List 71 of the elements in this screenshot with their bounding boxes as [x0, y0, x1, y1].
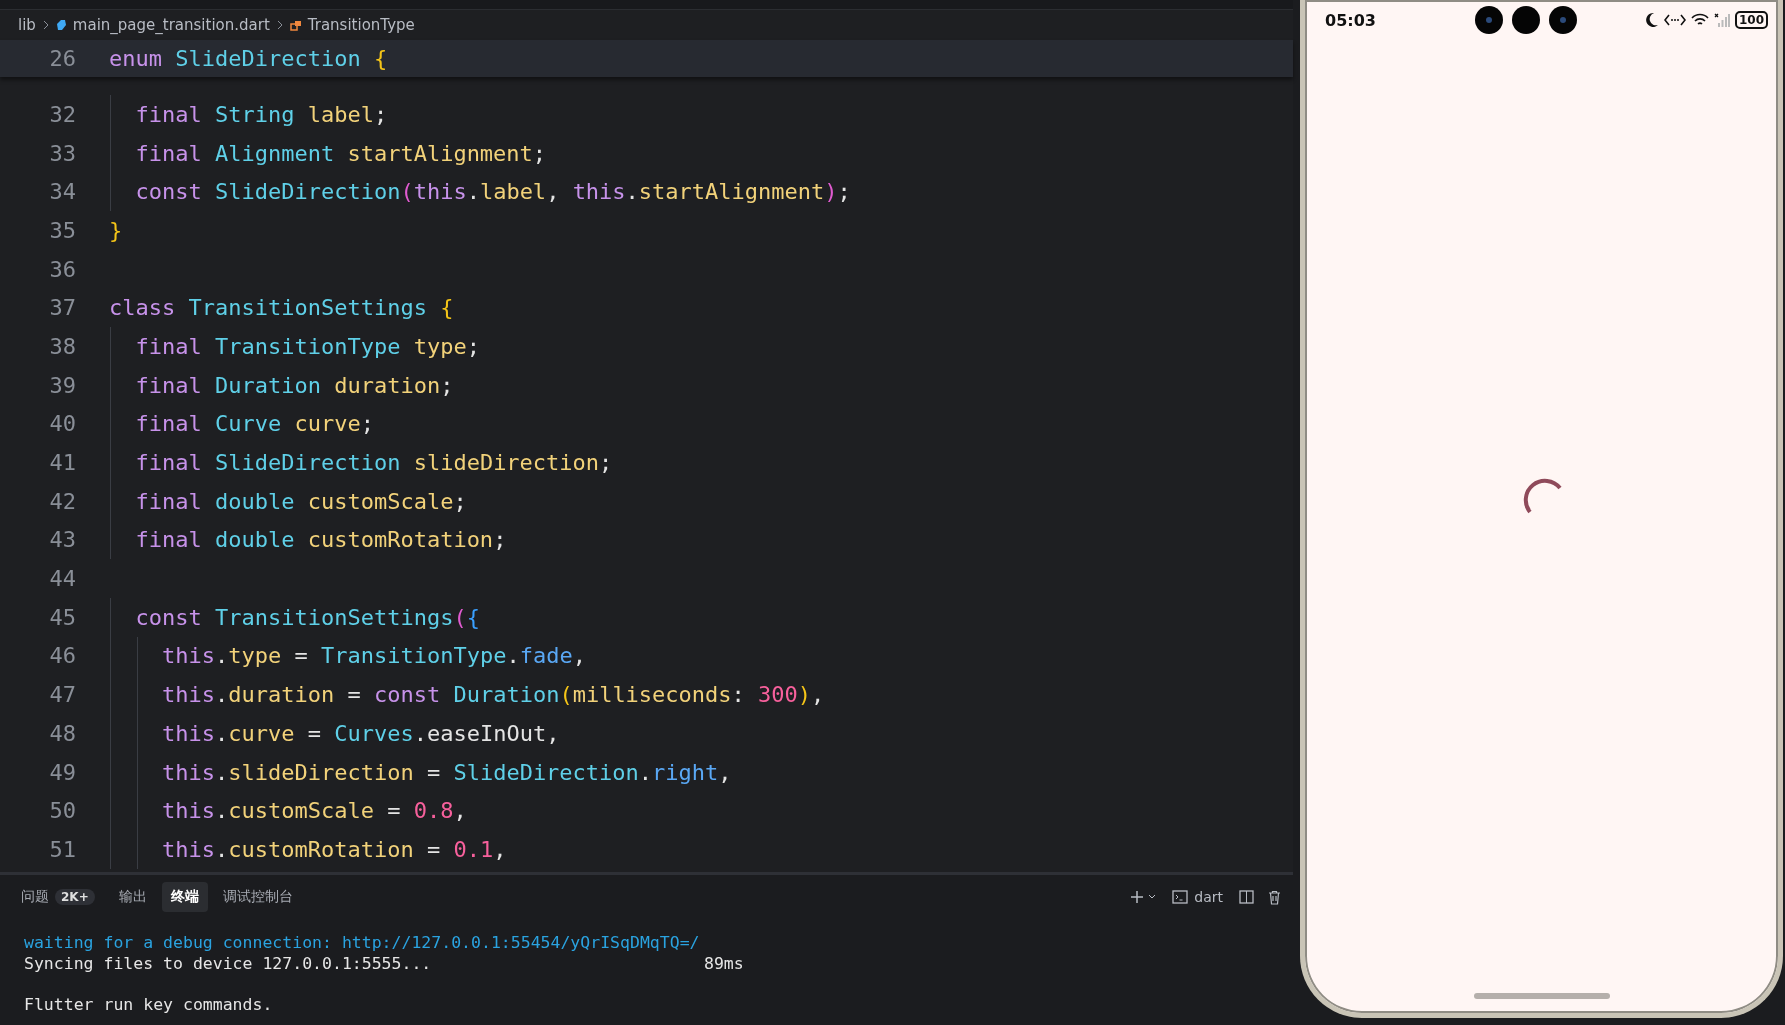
code-line: final SlideDirection slideDirection; — [134, 450, 613, 476]
line-number: 40 — [48, 411, 76, 437]
panel-tab[interactable]: 调试控制台 — [213, 882, 302, 912]
code-line: enum SlideDirection { — [109, 46, 388, 71]
panel-tab[interactable]: 输出 — [109, 882, 156, 912]
camera-icon — [1475, 6, 1503, 34]
chevron-icon — [275, 20, 284, 30]
status-time: 05:03 — [1325, 10, 1377, 30]
terminal-icon — [1172, 890, 1189, 904]
code-line: class TransitionSettings { — [109, 295, 454, 321]
code-line: this.customRotation = 0.1, — [160, 836, 507, 862]
line-number: 51 — [48, 836, 76, 862]
line-number: 44 — [48, 566, 76, 592]
code-line: final Alignment startAlignment; — [134, 140, 547, 166]
line-number: 47 — [48, 682, 76, 708]
line-number: 33 — [48, 140, 76, 166]
breadcrumb-item[interactable]: main_page_transition.dart — [72, 16, 270, 34]
line-number: 35 — [48, 217, 76, 243]
code-line: this.customScale = 0.8, — [160, 798, 467, 824]
terminal-line: waiting for a debug connection: http://127.0.0.1:55454/yQrISqDMqTQ=/ — [24, 933, 701, 954]
line-number: 34 — [48, 179, 76, 205]
line-number: 36 — [48, 256, 76, 282]
enum-icon — [289, 19, 302, 31]
code-icon — [1663, 13, 1686, 27]
panel-tab[interactable]: 问题 2K+ — [12, 882, 104, 912]
line-number: 38 — [48, 333, 76, 359]
terminal-line: Flutter run key commands. — [24, 994, 274, 1015]
battery-level: 100 — [1734, 11, 1768, 29]
breadcrumb-item[interactable]: TransitionType — [307, 16, 415, 34]
code-line: this.slideDirection = SlideDirection.right, — [160, 759, 732, 785]
panel-tab[interactable]: 终端 — [161, 882, 208, 912]
code-line: const SlideDirection(this.label, this.startAlignment); — [134, 179, 851, 205]
terminal-line: Syncing files to device 127.0.0.1:5555... — [24, 953, 433, 974]
code-line: final double customRotation; — [134, 527, 507, 553]
breadcrumb-item[interactable]: lib — [18, 16, 36, 34]
line-number: 41 — [48, 450, 76, 476]
line-number: 46 — [48, 643, 76, 669]
line-number: 50 — [48, 798, 76, 824]
timing-text: 89ms — [704, 953, 745, 974]
chevron-down-icon[interactable] — [1148, 894, 1157, 900]
line-number: 37 — [48, 295, 76, 321]
code-line: this.type = TransitionType.fade, — [160, 643, 586, 669]
terminal-profile-button[interactable]: dart — [1170, 887, 1225, 907]
camera-icon — [1549, 6, 1577, 34]
count-badge: 2K+ — [55, 889, 95, 905]
line-number: 48 — [48, 720, 76, 746]
line-number: 39 — [48, 372, 76, 398]
code-line: const TransitionSettings({ — [134, 604, 480, 630]
code-line: } — [109, 217, 123, 243]
signal-icon — [1713, 13, 1730, 27]
code-line: this.duration = const Duration(milliseconds: 300), — [160, 682, 825, 708]
line-number: 26 — [48, 46, 76, 71]
line-number: 45 — [48, 604, 76, 630]
code-line: final TransitionType type; — [134, 333, 480, 359]
code-line: final double customScale; — [134, 488, 467, 514]
line-number: 49 — [48, 759, 76, 785]
split-icon[interactable] — [1239, 890, 1254, 904]
line-number: 42 — [48, 488, 76, 514]
line-number: 32 — [48, 101, 76, 127]
code-line: final Duration duration; — [134, 372, 454, 398]
code-line: final Curve curve; — [134, 411, 374, 437]
code-line: this.curve = Curves.easeInOut, — [160, 720, 560, 746]
dart-file-icon — [55, 19, 67, 31]
trash-icon[interactable] — [1268, 889, 1281, 905]
camera-icon — [1512, 6, 1540, 34]
line-number: 43 — [48, 527, 76, 553]
code-line: final String label; — [134, 101, 388, 127]
wifi-icon — [1690, 13, 1709, 27]
plus-icon[interactable] — [1130, 890, 1145, 904]
moon-icon — [1643, 12, 1659, 28]
chevron-icon — [41, 20, 50, 30]
